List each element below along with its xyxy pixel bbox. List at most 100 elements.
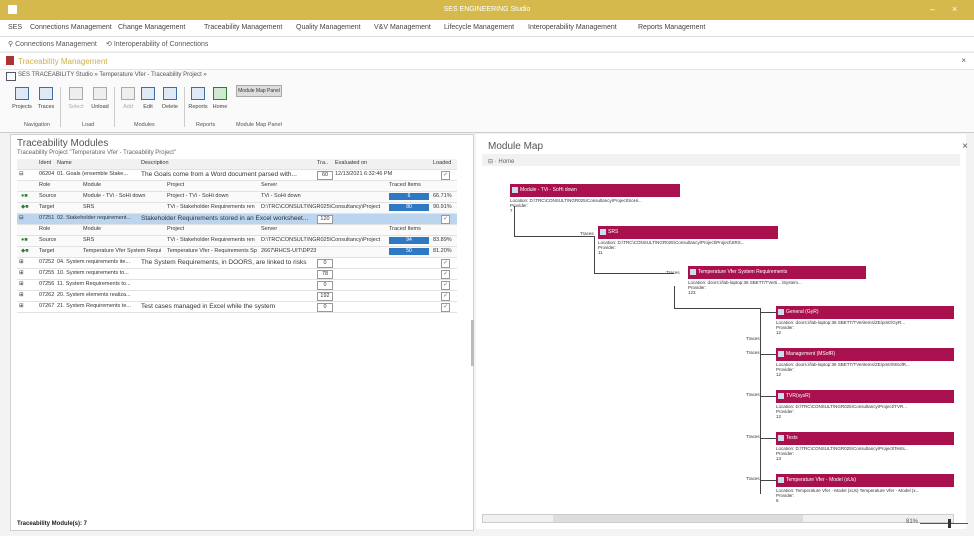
group-load: Load bbox=[82, 122, 95, 128]
loaded-checkbox[interactable]: ✓ bbox=[441, 270, 450, 279]
col-evaluated[interactable]: Evaluated on bbox=[335, 160, 367, 166]
col-ident[interactable]: Ident bbox=[39, 160, 51, 166]
sub-header: Role Module Project Server Traced Items bbox=[17, 181, 457, 192]
table-row-selected[interactable]: ⊟ 07251 02. Stakeholder requirement... S… bbox=[17, 214, 457, 225]
menu-connections[interactable]: Connections Management bbox=[30, 24, 112, 31]
connector bbox=[760, 354, 776, 355]
map-node[interactable]: SRS bbox=[598, 226, 778, 239]
menu-vv[interactable]: V&V Management bbox=[374, 24, 431, 31]
minimize-icon[interactable]: – bbox=[930, 4, 935, 14]
traced-bar: 50 bbox=[389, 248, 429, 255]
map-node[interactable]: Tests bbox=[776, 432, 954, 445]
col-name[interactable]: Name bbox=[57, 160, 72, 166]
menu-lifecycle[interactable]: Lifecycle Management bbox=[444, 24, 514, 31]
module-map-panel: Module Map × ⊟ · Home Traces Traces Trac… bbox=[476, 134, 968, 529]
menu-quality[interactable]: Quality Management bbox=[296, 24, 361, 31]
loaded-checkbox[interactable]: ✓ bbox=[441, 171, 450, 180]
traces-button[interactable]: Traces bbox=[34, 85, 58, 119]
col-loaded[interactable]: Loaded bbox=[433, 160, 451, 166]
connector bbox=[514, 236, 594, 237]
zoom-slider[interactable] bbox=[920, 523, 968, 524]
group-reports: Reports bbox=[196, 122, 216, 128]
expand-icon[interactable]: ⊞ bbox=[19, 281, 24, 287]
node-detail: Location: doors://lab-laptop:36 SBETT/TV… bbox=[776, 362, 910, 377]
select-button[interactable]: Select bbox=[64, 85, 88, 119]
delete-icon bbox=[163, 87, 177, 100]
map-toolbar bbox=[482, 154, 960, 166]
traces-icon bbox=[39, 87, 53, 100]
table-row[interactable]: ⊞ 07267 21. System Requirements te... Te… bbox=[17, 302, 457, 313]
module-map-panel-button[interactable]: Module Map Panel bbox=[236, 85, 282, 97]
map-node[interactable]: Management (MSofR) bbox=[776, 348, 954, 361]
map-node[interactable]: Module - TVi - SoHi down bbox=[510, 184, 680, 197]
sub-row[interactable]: ◆■ Target SRS TVi - Stakeholder Requirem… bbox=[17, 203, 457, 214]
menu-reports[interactable]: Reports Management bbox=[638, 24, 705, 31]
traceability-modules-panel: Traceability Modules Traceability Projec… bbox=[10, 134, 474, 531]
zoom-slider-thumb[interactable] bbox=[948, 519, 951, 528]
table-row[interactable]: ⊞ 07255 10. System requirements to... 78… bbox=[17, 269, 457, 280]
map-node[interactable]: Temperature Vfer - Model (xUs) bbox=[776, 474, 954, 487]
module-icon bbox=[778, 351, 784, 357]
group-module-map: Module Map Panel bbox=[236, 122, 282, 128]
pin-icon[interactable]: × bbox=[961, 56, 966, 65]
loaded-checkbox[interactable]: ✓ bbox=[441, 303, 450, 312]
node-detail: Location: doors://lab-laptop:36 SBETT/TV… bbox=[776, 320, 906, 335]
module-icon bbox=[778, 477, 784, 483]
expand-icon[interactable]: ⊟ bbox=[19, 171, 24, 177]
menu-change[interactable]: Change Management bbox=[118, 24, 185, 31]
connector bbox=[594, 236, 595, 273]
unload-button[interactable]: Unload bbox=[88, 85, 112, 119]
address-path[interactable]: SES TRACEABILITY Studio » Temperature Vf… bbox=[18, 72, 207, 78]
sub-row[interactable]: ●■ Source Module - TVi - SoHi down Proje… bbox=[17, 192, 457, 203]
traced-bar: 94 bbox=[389, 237, 429, 244]
node-detail: Location: D:\TRC\CONSULT\NGR025\Consulta… bbox=[776, 446, 909, 461]
expand-icon[interactable]: ⊞ bbox=[19, 270, 24, 276]
loaded-checkbox[interactable]: ✓ bbox=[441, 292, 450, 301]
projects-button[interactable]: Projects bbox=[10, 85, 34, 119]
loaded-checkbox[interactable]: ✓ bbox=[441, 215, 450, 224]
add-icon bbox=[121, 87, 135, 100]
module-icon bbox=[600, 229, 606, 235]
scrollbar-thumb[interactable] bbox=[553, 515, 803, 522]
map-home-link[interactable]: ⊟ · Home bbox=[488, 158, 514, 165]
loaded-checkbox[interactable]: ✓ bbox=[441, 281, 450, 290]
menu-ses[interactable]: SES bbox=[8, 24, 22, 31]
target-icon: ◆■ bbox=[21, 248, 29, 254]
table-row[interactable]: ⊟ 06204 01. Goals (ensemble Stake... The… bbox=[17, 170, 457, 181]
reports-button[interactable]: Reports bbox=[186, 85, 210, 119]
menu-interoperability[interactable]: Interoperability Management bbox=[528, 24, 617, 31]
col-description[interactable]: Description bbox=[141, 160, 169, 166]
expand-icon[interactable]: ⊞ bbox=[19, 259, 24, 265]
edit-button[interactable]: Edit bbox=[136, 85, 160, 119]
horizontal-scrollbar[interactable] bbox=[482, 514, 954, 523]
map-node[interactable]: General (GyR) bbox=[776, 306, 954, 319]
table-row[interactable]: ⊞ 07256 11. System Requirements to... 0 … bbox=[17, 280, 457, 291]
close-panel-icon[interactable]: × bbox=[962, 141, 968, 152]
delete-button[interactable]: Delete bbox=[158, 85, 182, 119]
crumb-connections[interactable]: ⚲ Connections Management bbox=[8, 40, 97, 48]
expand-icon[interactable]: ⊟ bbox=[19, 215, 24, 221]
home-button[interactable]: Home bbox=[208, 85, 232, 119]
close-icon[interactable]: × bbox=[952, 4, 957, 14]
loaded-checkbox[interactable]: ✓ bbox=[441, 259, 450, 268]
menu-traceability[interactable]: Traceability Management bbox=[204, 24, 282, 31]
module-icon bbox=[512, 187, 518, 193]
splitter-handle[interactable] bbox=[471, 320, 474, 366]
connector bbox=[760, 396, 776, 397]
sub-row[interactable]: ◆■ Target Temperature Vfer System Requi … bbox=[17, 247, 457, 258]
crumb-interoperability[interactable]: ⟲ Interoperability of Connections bbox=[106, 40, 208, 48]
source-icon: ●■ bbox=[21, 193, 28, 199]
expand-icon[interactable]: ⊞ bbox=[19, 292, 24, 298]
ribbon: Projects Traces Select Unload Add Edit D… bbox=[0, 82, 974, 133]
connector bbox=[760, 312, 776, 313]
sub-row[interactable]: ●■ Source SRS TVi - Stakeholder Requirem… bbox=[17, 236, 457, 247]
home-icon bbox=[213, 87, 227, 100]
table-row[interactable]: ⊞ 07262 20. System elements realiza... 1… bbox=[17, 291, 457, 302]
edge-label: Traces bbox=[666, 270, 680, 275]
ribbon-separator bbox=[184, 87, 185, 127]
col-tra[interactable]: Tra.. bbox=[317, 160, 328, 166]
table-row[interactable]: ⊞ 07252 04. System requirements ite... T… bbox=[17, 258, 457, 269]
expand-icon[interactable]: ⊞ bbox=[19, 303, 24, 309]
map-node[interactable]: Temperature Vfer System Requirements bbox=[688, 266, 866, 279]
map-node[interactable]: TVR(sysR) bbox=[776, 390, 954, 403]
